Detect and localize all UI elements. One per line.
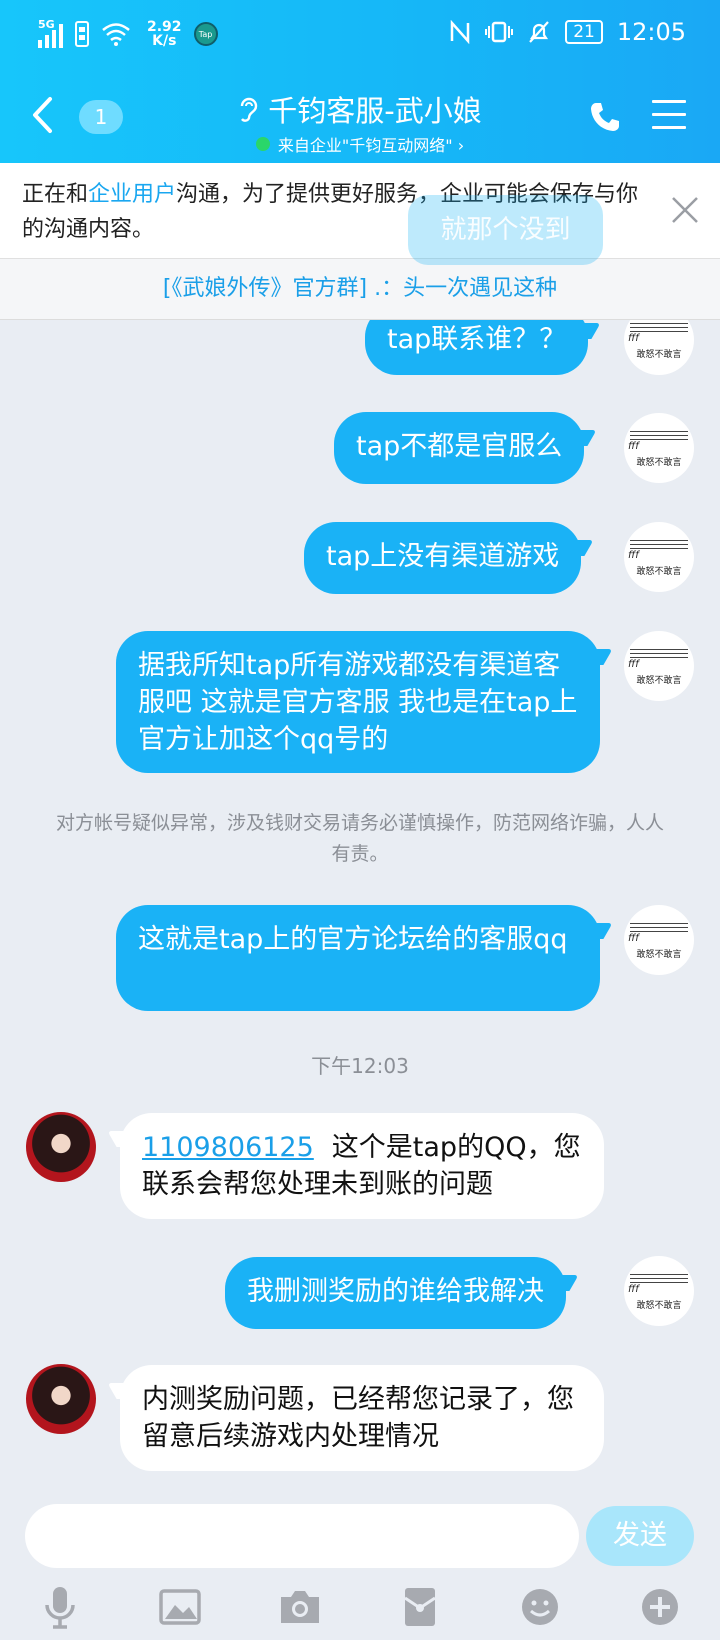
hidden-message-bubble: 就那个没到 (408, 195, 603, 265)
wifi-icon (102, 23, 130, 46)
message-bubble[interactable]: 这就是tap上的官方论坛给的客服qq (116, 905, 600, 1011)
emoji-icon[interactable] (515, 1582, 565, 1632)
online-status-dot (255, 137, 270, 151)
red-packet-icon[interactable] (395, 1582, 445, 1632)
message-bubble[interactable]: tap上没有渠道游戏 (304, 522, 582, 594)
avatar[interactable]: fff 敢怒不敢言 (624, 413, 694, 483)
message-bubble[interactable]: 1109806125 这个是tap的QQ，您联系会帮您处理未到账的问题 (120, 1113, 604, 1219)
menu-icon[interactable] (652, 100, 686, 130)
chat-subtitle: 来自企业"千钧互动网络" › (277, 136, 465, 155)
network-type: 5G (38, 18, 55, 31)
avatar[interactable]: fff 敢怒不敢言 (624, 1256, 694, 1326)
battery-indicator: 21 (565, 20, 603, 44)
avatar[interactable]: fff 敢怒不敢言 (624, 522, 694, 592)
message-input[interactable] (25, 1504, 579, 1568)
tap-app-icon: Tap (193, 22, 218, 46)
phone-call-icon[interactable] (588, 100, 622, 134)
network-speed: 2.92 K/s (147, 19, 182, 49)
close-icon[interactable] (668, 193, 702, 227)
pinned-group-message[interactable]: [《武娘外传》官方群] .：头一次遇见这种 (0, 258, 720, 320)
message-timestamp: 下午12:03 (311, 1054, 409, 1078)
fraud-warning: 对方帐号疑似异常，涉及钱财交易请务必谨慎操作，防范网络诈骗，人人有责。 (55, 812, 664, 865)
status-bar: 2.92 K/s Tap 5G 21 12:05 (0, 0, 720, 75)
mute-bell-icon (529, 21, 550, 43)
avatar[interactable] (26, 1364, 96, 1434)
camera-icon[interactable] (275, 1582, 325, 1632)
sim-icon (75, 21, 89, 47)
message-bubble[interactable]: tap不都是官服么 (334, 412, 585, 484)
privacy-notice: 正在和企业用户沟通，为了提供更好服务，企业可能会保存与你的沟通内容。 (0, 163, 720, 258)
chat-header: 2.92 K/s Tap 5G 21 12:05 1 千钧客服-武小娘 来自企业… (0, 0, 720, 163)
ear-icon (241, 97, 258, 122)
avatar[interactable]: fff 敢怒不敢言 (624, 631, 694, 701)
avatar[interactable]: fff 敢怒不敢言 (624, 905, 694, 975)
message-bubble[interactable]: 我删测奖励的谁给我解决 (225, 1257, 566, 1329)
voice-icon[interactable] (35, 1582, 85, 1632)
plus-icon[interactable] (635, 1582, 685, 1632)
nfc-icon (450, 20, 470, 44)
image-icon[interactable] (155, 1582, 205, 1632)
qq-number-link[interactable]: 1109806125 (142, 1132, 314, 1163)
avatar[interactable] (26, 1112, 96, 1182)
status-time: 12:05 (616, 18, 686, 46)
message-bubble[interactable]: 据我所知tap所有游戏都没有渠道客服吧 这就是官方客服 我也是在tap上官方让加… (116, 631, 600, 773)
enterprise-user-link[interactable]: 企业用户 (88, 182, 176, 207)
message-bubble[interactable]: 内测奖励问题，已经帮您记录了，您留意后续游戏内处理情况 (120, 1365, 604, 1471)
send-button[interactable]: 发送 (586, 1506, 694, 1566)
chat-title: 千钧客服-武小娘 (268, 94, 482, 128)
vibrate-icon (485, 21, 514, 43)
